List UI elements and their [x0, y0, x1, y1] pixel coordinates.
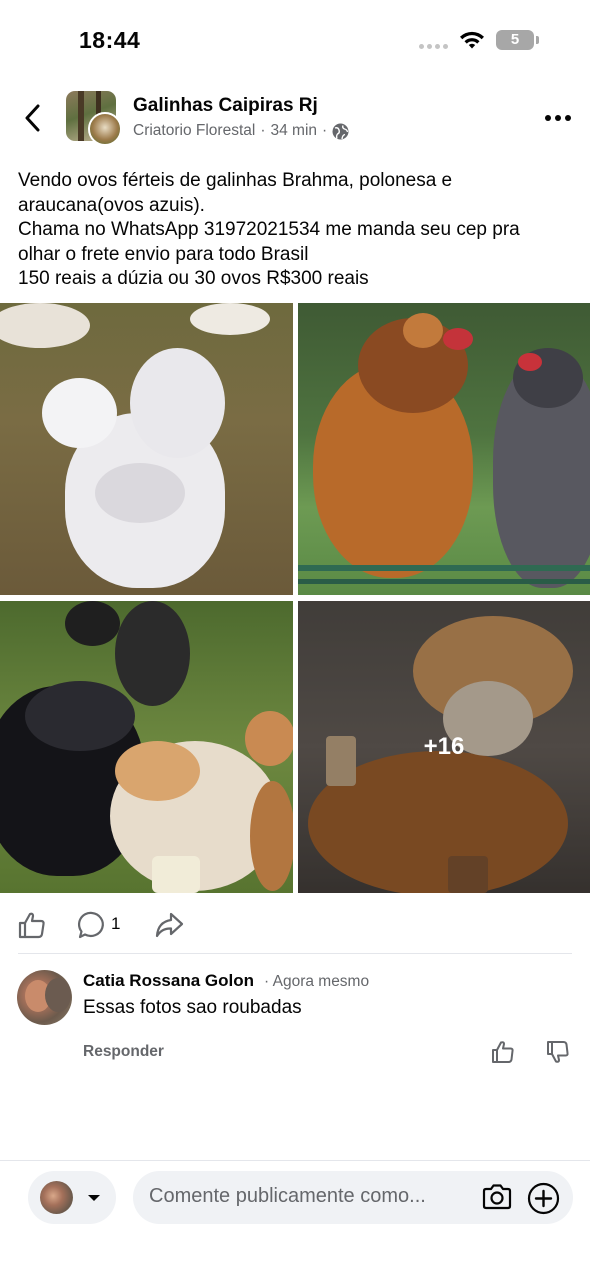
- group-name[interactable]: Galinhas Caipiras Rj: [133, 95, 318, 117]
- post-photo-3[interactable]: [0, 601, 293, 893]
- meta-separator: ·: [322, 122, 328, 139]
- post-photo-1[interactable]: [0, 303, 293, 595]
- author-avatar[interactable]: [88, 112, 122, 146]
- comment-text: Essas fotos sao roubadas: [83, 997, 302, 1018]
- post-text-line: Vendo ovos férteis de galinhas Brahma, p…: [18, 170, 453, 191]
- divider: [18, 953, 572, 954]
- globe-icon: [332, 123, 349, 139]
- camera-icon[interactable]: [481, 1182, 513, 1212]
- post-text-line: Chama no WhatsApp 31972021534 me manda s…: [18, 219, 520, 240]
- status-bar: 18:44 5: [0, 0, 590, 80]
- meta-separator: ·: [260, 122, 266, 139]
- add-icon[interactable]: [527, 1182, 560, 1215]
- status-time: 18:44: [79, 27, 141, 53]
- post-text: Vendo ovos férteis de galinhas Brahma, p…: [18, 169, 578, 292]
- signal-icon: [419, 44, 448, 49]
- caret-down-icon[interactable]: [86, 1193, 102, 1203]
- more-photos-count[interactable]: +16: [298, 601, 590, 893]
- post-text-line: 150 reais a dúzia ou 30 ovos R$300 reais: [18, 268, 369, 289]
- commenter-name[interactable]: Catia Rossana Golon: [83, 971, 254, 991]
- post-photo-4[interactable]: +16: [298, 601, 590, 893]
- comment-count[interactable]: 1: [111, 914, 120, 934]
- more-options-icon[interactable]: [543, 110, 573, 126]
- wifi-icon: [460, 31, 484, 49]
- post-photo-2[interactable]: [298, 303, 590, 595]
- like-icon[interactable]: [17, 910, 47, 940]
- commenter-avatar[interactable]: [17, 970, 72, 1025]
- battery-tip: [536, 36, 539, 44]
- thumbs-up-icon[interactable]: [490, 1039, 516, 1065]
- comment-icon[interactable]: [77, 910, 107, 940]
- share-icon[interactable]: [154, 910, 184, 940]
- post-text-line: araucana(ovos azuis).: [18, 194, 205, 216]
- back-icon[interactable]: [20, 102, 46, 134]
- comment-input-placeholder[interactable]: Comente publicamente como...: [149, 1185, 464, 1208]
- current-user-avatar[interactable]: [40, 1181, 73, 1214]
- comment-time: · Agora mesmo: [264, 973, 370, 990]
- post-text-line: olhar o frete envio para todo Brasil: [18, 243, 309, 265]
- battery-indicator: 5: [496, 30, 534, 50]
- thumbs-down-icon[interactable]: [545, 1039, 571, 1065]
- post-time[interactable]: 34 min: [270, 122, 317, 140]
- reply-button[interactable]: Responder: [83, 1043, 164, 1061]
- post-meta: Criatorio Florestal · 34 min ·: [133, 122, 349, 140]
- author-name[interactable]: Criatorio Florestal: [133, 122, 255, 140]
